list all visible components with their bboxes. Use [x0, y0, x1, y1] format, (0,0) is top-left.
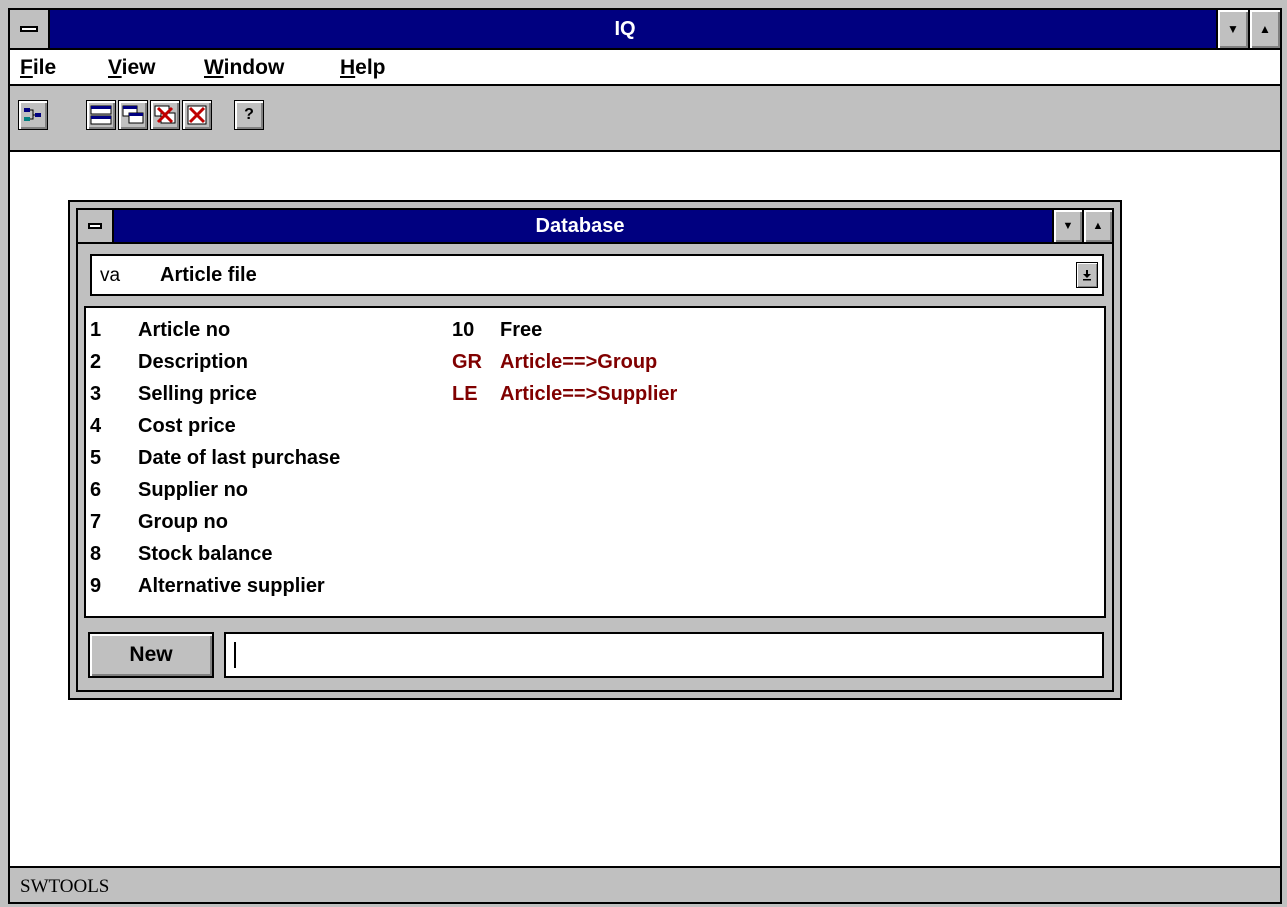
field-number: 3	[90, 383, 102, 405]
database-title: Database	[535, 215, 625, 237]
toolbar: ?	[10, 86, 1280, 152]
list-item[interactable]: 5 Date of last purchase	[90, 442, 340, 474]
field-number: 9	[90, 575, 102, 597]
tree-icon[interactable]	[18, 100, 48, 130]
menu-help[interactable]: Help	[340, 56, 386, 80]
minimize-button[interactable]: ▼	[1216, 10, 1248, 48]
close-all-icon[interactable]	[150, 100, 180, 130]
app-titlebar[interactable]: IQ ▼ ▲	[10, 10, 1280, 50]
field-list[interactable]: 1 Article no 2 Description 3 Selling price …	[84, 306, 1106, 618]
field-code: 10	[452, 319, 475, 341]
field-label: Stock balance	[138, 543, 273, 565]
app-title: IQ	[614, 18, 636, 40]
field-number: 5	[90, 447, 102, 469]
relation-label: Article==>Supplier	[500, 383, 678, 405]
field-number: 4	[90, 415, 102, 437]
field-label: Selling price	[138, 383, 257, 405]
field-label: Group no	[138, 511, 228, 533]
dropdown-arrow-icon[interactable]	[1076, 262, 1098, 288]
list-item[interactable]: 8 Stock balance	[90, 538, 340, 570]
list-item[interactable]: 9 Alternative supplier	[90, 570, 340, 602]
list-item[interactable]: 6 Supplier no	[90, 474, 340, 506]
field-label: Free	[500, 319, 543, 341]
relation-code: GR	[452, 351, 482, 373]
new-button[interactable]: New	[88, 632, 214, 678]
field-list-column-2: 10 Free GR Article==>Group LE Article==>Sup…	[452, 314, 677, 410]
database-window: Database ▼ ▲ va Article file 1 Article no…	[68, 200, 1122, 700]
status-bar: SWTOOLS	[10, 866, 1280, 902]
file-select[interactable]: va Article file	[90, 254, 1104, 296]
field-label: Date of last purchase	[138, 447, 341, 469]
relation-item-group[interactable]: GR Article==>Group	[452, 346, 677, 378]
status-text: SWTOOLS	[20, 876, 110, 897]
new-bar: New	[84, 628, 1106, 682]
relation-item-supplier[interactable]: LE Article==>Supplier	[452, 378, 677, 410]
field-label: Alternative supplier	[138, 575, 325, 597]
cascade-icon[interactable]	[118, 100, 148, 130]
help-glyph: ?	[244, 106, 254, 123]
field-number: 7	[90, 511, 102, 533]
relation-code: LE	[452, 383, 478, 405]
field-list-column-1: 1 Article no 2 Description 3 Selling price …	[90, 314, 340, 602]
field-number: 1	[90, 319, 102, 341]
file-code: va	[100, 265, 121, 286]
database-system-menu-icon[interactable]	[78, 210, 114, 242]
field-label: Supplier no	[138, 479, 248, 501]
field-number: 6	[90, 479, 102, 501]
new-field-input[interactable]	[224, 632, 1104, 678]
list-item[interactable]: 2 Description	[90, 346, 340, 378]
text-caret	[234, 642, 236, 668]
menu-bar: File View Window Help	[10, 50, 1280, 86]
list-item[interactable]: 3 Selling price	[90, 378, 340, 410]
maximize-button[interactable]: ▲	[1248, 10, 1280, 48]
database-frame: Database ▼ ▲ va Article file 1 Article no…	[76, 208, 1114, 692]
database-minimize-button[interactable]: ▼	[1052, 210, 1082, 242]
help-icon[interactable]: ?	[234, 100, 264, 130]
system-menu-icon[interactable]	[10, 10, 50, 48]
mdi-workspace: Database ▼ ▲ va Article file 1 Article no…	[10, 152, 1280, 866]
file-label: Article file	[160, 264, 257, 286]
relation-label: Article==>Group	[500, 351, 658, 373]
windows-icon[interactable]	[86, 100, 116, 130]
field-label: Article no	[138, 319, 231, 341]
field-number: 8	[90, 543, 102, 565]
field-label: Cost price	[138, 415, 236, 437]
app-window: IQ ▼ ▲ File View Window Help ? Database …	[8, 8, 1282, 904]
database-titlebar[interactable]: Database ▼ ▲	[78, 210, 1112, 244]
menu-file[interactable]: File	[20, 56, 56, 80]
close-icon[interactable]	[182, 100, 212, 130]
database-maximize-button[interactable]: ▲	[1082, 210, 1112, 242]
field-number: 2	[90, 351, 102, 373]
list-item[interactable]: 7 Group no	[90, 506, 340, 538]
menu-window[interactable]: Window	[204, 56, 284, 80]
list-item[interactable]: 4 Cost price	[90, 410, 340, 442]
list-item[interactable]: 1 Article no	[90, 314, 340, 346]
list-item[interactable]: 10 Free	[452, 314, 677, 346]
menu-view[interactable]: View	[108, 56, 156, 80]
field-label: Description	[138, 351, 249, 373]
